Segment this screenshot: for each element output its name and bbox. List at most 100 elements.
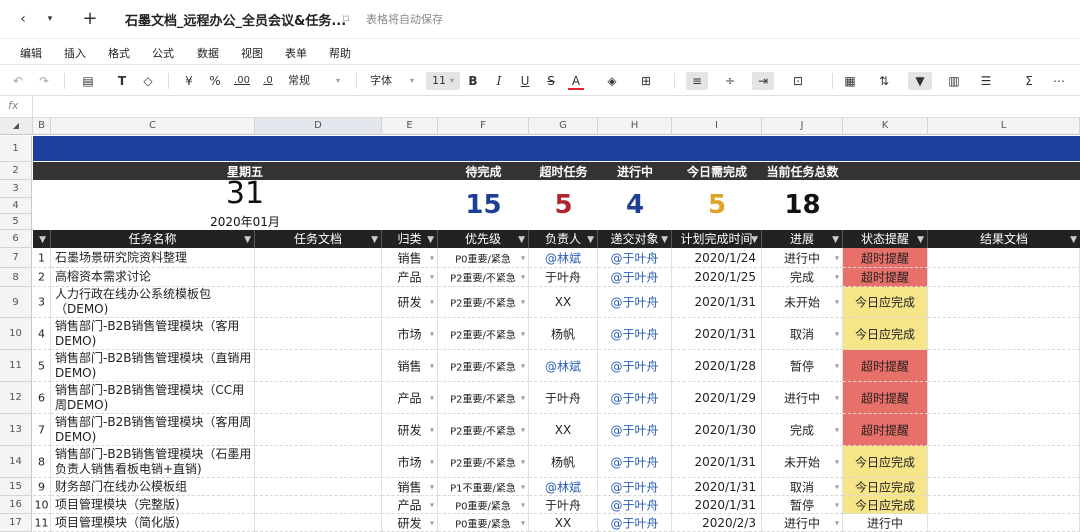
priority-cell[interactable]: P0重要/紧急 ▾ bbox=[438, 514, 529, 532]
caret-down-icon[interactable]: ▾ bbox=[835, 393, 839, 402]
due-date-cell[interactable]: 2020/1/24 bbox=[672, 248, 762, 268]
row-header[interactable]: 15 bbox=[0, 478, 32, 496]
header-result-doc[interactable]: 结果文档 ▼ bbox=[928, 230, 1080, 248]
font-size-select[interactable]: 11 ▾ bbox=[426, 72, 460, 90]
submit-to-cell[interactable]: @于叶舟 bbox=[598, 478, 672, 496]
filter-icon[interactable]: ▼ bbox=[908, 72, 932, 90]
caret-down-icon[interactable]: ▾ bbox=[521, 298, 525, 307]
task-doc-cell[interactable] bbox=[255, 446, 382, 478]
caret-down-icon[interactable]: ▾ bbox=[430, 298, 434, 307]
header-submit-to[interactable]: 递交对象 ▼ bbox=[598, 230, 672, 248]
caret-down-icon[interactable]: ▾ bbox=[430, 253, 434, 262]
result-doc-cell[interactable] bbox=[928, 414, 1080, 446]
submit-to-cell[interactable]: @于叶舟 bbox=[598, 287, 672, 318]
col-header-j[interactable]: J bbox=[762, 118, 843, 135]
row-header[interactable]: 6 bbox=[0, 230, 32, 248]
caret-down-icon[interactable]: ▾ bbox=[430, 393, 434, 402]
filter-icon[interactable]: ▼ bbox=[371, 231, 378, 249]
progress-cell[interactable]: 未开始 ▾ bbox=[762, 446, 843, 478]
paste-icon[interactable]: ▤ bbox=[80, 72, 96, 90]
percent-button[interactable]: % bbox=[208, 72, 222, 90]
col-header-d[interactable]: D bbox=[255, 118, 382, 135]
caret-down-icon[interactable]: ▾ bbox=[521, 500, 525, 509]
menu-data[interactable]: 数据 bbox=[197, 45, 219, 61]
caret-down-icon[interactable]: ▾ bbox=[835, 361, 839, 370]
task-name-cell[interactable]: 高榕资本需求讨论 bbox=[51, 268, 255, 287]
more-icon[interactable]: ⋯ bbox=[1052, 72, 1066, 90]
menu-view[interactable]: 视图 bbox=[241, 45, 263, 61]
header-due-date[interactable]: 计划完成时间 ▼ bbox=[672, 230, 762, 248]
caret-down-icon[interactable]: ▾ bbox=[835, 329, 839, 338]
task-doc-cell[interactable] bbox=[255, 248, 382, 268]
result-doc-cell[interactable] bbox=[928, 446, 1080, 478]
currency-button[interactable]: ¥ bbox=[182, 72, 196, 90]
caret-down-icon[interactable]: ▾ bbox=[835, 253, 839, 262]
formula-bar[interactable]: fx bbox=[0, 96, 1080, 118]
row-header[interactable]: 5 bbox=[0, 214, 32, 230]
category-cell[interactable]: 研发 ▾ bbox=[382, 414, 438, 446]
row-header[interactable]: 7 bbox=[0, 248, 32, 268]
sum-button[interactable]: Σ bbox=[1022, 72, 1036, 90]
col-header-e[interactable]: E bbox=[382, 118, 438, 135]
caret-down-icon[interactable]: ▾ bbox=[521, 329, 525, 338]
owner-cell[interactable]: 于叶舟 bbox=[529, 496, 598, 514]
priority-cell[interactable]: P2重要/不紧急 ▾ bbox=[438, 268, 529, 287]
category-cell[interactable]: 产品 ▾ bbox=[382, 268, 438, 287]
category-cell[interactable]: 销售 ▾ bbox=[382, 248, 438, 268]
progress-cell[interactable]: 完成 ▾ bbox=[762, 414, 843, 446]
due-date-cell[interactable]: 2020/1/29 bbox=[672, 382, 762, 414]
sort-icon[interactable]: ⇅ bbox=[876, 72, 892, 90]
progress-cell[interactable]: 暂停 ▾ bbox=[762, 496, 843, 514]
number-format-select[interactable]: 常规 ▾ bbox=[288, 72, 348, 90]
priority-cell[interactable]: P1不重要/紧急 ▾ bbox=[438, 478, 529, 496]
owner-cell[interactable]: @林斌 bbox=[529, 478, 598, 496]
due-date-cell[interactable]: 2020/2/3 bbox=[672, 514, 762, 532]
category-cell[interactable]: 产品 ▾ bbox=[382, 496, 438, 514]
due-date-cell[interactable]: 2020/1/30 bbox=[672, 414, 762, 446]
progress-cell[interactable]: 取消 ▾ bbox=[762, 478, 843, 496]
submit-to-cell[interactable]: @于叶舟 bbox=[598, 318, 672, 350]
fill-color-icon[interactable]: ◈ bbox=[604, 72, 620, 90]
caret-down-icon[interactable]: ▾ bbox=[835, 500, 839, 509]
caret-down-icon[interactable]: ▾ bbox=[835, 518, 839, 527]
submit-to-cell[interactable]: @于叶舟 bbox=[598, 414, 672, 446]
owner-cell[interactable]: 于叶舟 bbox=[529, 268, 598, 287]
due-date-cell[interactable]: 2020/1/31 bbox=[672, 446, 762, 478]
progress-cell[interactable]: 取消 ▾ bbox=[762, 318, 843, 350]
strikethrough-button[interactable]: S bbox=[544, 72, 558, 90]
progress-cell[interactable]: 进行中 ▾ bbox=[762, 382, 843, 414]
plus-icon[interactable]: + bbox=[80, 8, 100, 30]
due-date-cell[interactable]: 2020/1/31 bbox=[672, 496, 762, 514]
task-name-cell[interactable]: 销售部门-B2B销售管理模块（CC用周DEMO) bbox=[51, 382, 255, 414]
filter-icon[interactable]: ▼ bbox=[832, 231, 839, 249]
result-doc-cell[interactable] bbox=[928, 496, 1080, 514]
submit-to-cell[interactable]: @于叶舟 bbox=[598, 496, 672, 514]
menu-form[interactable]: 表单 bbox=[285, 45, 307, 61]
caret-down-icon[interactable]: ▾ bbox=[835, 457, 839, 466]
due-date-cell[interactable]: 2020/1/31 bbox=[672, 478, 762, 496]
due-date-cell[interactable]: 2020/1/31 bbox=[672, 318, 762, 350]
submit-to-cell[interactable]: @于叶舟 bbox=[598, 382, 672, 414]
col-header-k[interactable]: K bbox=[843, 118, 928, 135]
task-name-cell[interactable]: 销售部门-B2B销售管理模块（客用周DEMO) bbox=[51, 414, 255, 446]
col-header-b[interactable]: B bbox=[33, 118, 51, 135]
submit-to-cell[interactable]: @于叶舟 bbox=[598, 446, 672, 478]
col-header-c[interactable]: C bbox=[51, 118, 255, 135]
task-name-cell[interactable]: 财务部门在线办公模板组 bbox=[51, 478, 255, 496]
result-doc-cell[interactable] bbox=[928, 350, 1080, 382]
caret-down-icon[interactable]: ▾ bbox=[521, 425, 525, 434]
text-color-button[interactable]: A bbox=[568, 72, 584, 90]
caret-down-icon[interactable]: ▾ bbox=[430, 518, 434, 527]
row-header[interactable]: 4 bbox=[0, 198, 32, 214]
result-doc-cell[interactable] bbox=[928, 287, 1080, 318]
row-header[interactable]: 14 bbox=[0, 446, 32, 478]
underline-button[interactable]: U bbox=[518, 72, 532, 90]
undo-icon[interactable]: ↶ bbox=[10, 72, 26, 90]
task-doc-cell[interactable] bbox=[255, 496, 382, 514]
due-date-cell[interactable]: 2020/1/25 bbox=[672, 268, 762, 287]
priority-cell[interactable]: P2重要/不紧急 ▾ bbox=[438, 350, 529, 382]
progress-cell[interactable]: 进行中 ▾ bbox=[762, 248, 843, 268]
result-doc-cell[interactable] bbox=[928, 382, 1080, 414]
filter-icon[interactable]: ▼ bbox=[661, 231, 668, 248]
priority-cell[interactable]: P2重要/不紧急 ▾ bbox=[438, 446, 529, 478]
